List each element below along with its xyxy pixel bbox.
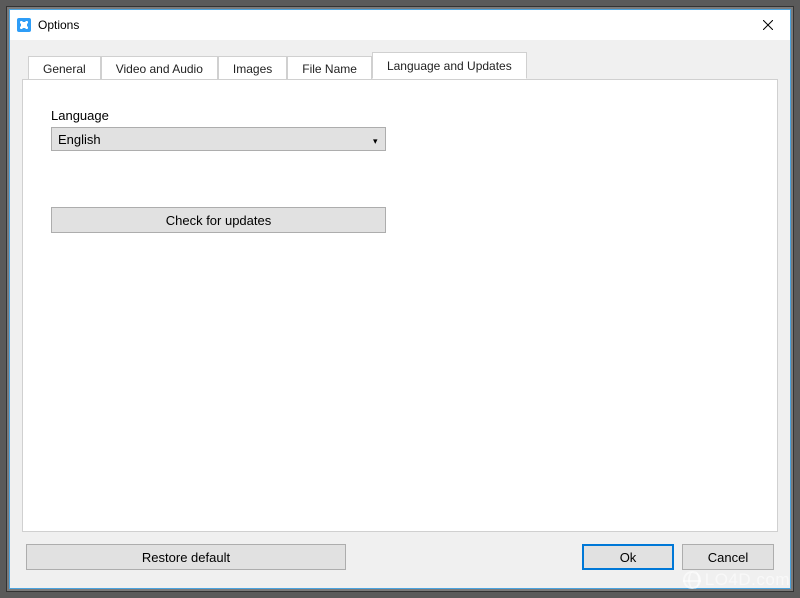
tab-language-updates[interactable]: Language and Updates (372, 52, 527, 79)
tab-strip: General Video and Audio Images File Name… (22, 52, 778, 79)
language-dropdown[interactable]: English ▾ (51, 127, 386, 151)
language-value: English (58, 132, 101, 147)
tab-general[interactable]: General (28, 56, 101, 80)
dialog-footer: Restore default Ok Cancel (22, 532, 778, 580)
tab-video-audio[interactable]: Video and Audio (101, 56, 218, 80)
tab-label: Images (233, 62, 272, 76)
close-icon (763, 20, 773, 30)
ok-button[interactable]: Ok (582, 544, 674, 570)
check-updates-button[interactable]: Check for updates (51, 207, 386, 233)
tab-label: Video and Audio (116, 62, 203, 76)
window-title: Options (38, 18, 745, 32)
language-label: Language (51, 108, 749, 123)
options-dialog: Options General Video and Audio Images F… (9, 9, 791, 589)
close-button[interactable] (745, 10, 790, 40)
tab-file-name[interactable]: File Name (287, 56, 372, 80)
dialog-content: General Video and Audio Images File Name… (10, 40, 790, 588)
tab-label: General (43, 62, 86, 76)
tab-label: Language and Updates (387, 59, 512, 73)
tab-panel-language-updates: Language English ▾ Check for updates (22, 79, 778, 532)
restore-default-button[interactable]: Restore default (26, 544, 346, 570)
titlebar: Options (10, 10, 790, 40)
chevron-down-icon: ▾ (373, 136, 379, 142)
tab-label: File Name (302, 62, 357, 76)
tab-images[interactable]: Images (218, 56, 287, 80)
app-icon (16, 17, 32, 33)
cancel-button[interactable]: Cancel (682, 544, 774, 570)
